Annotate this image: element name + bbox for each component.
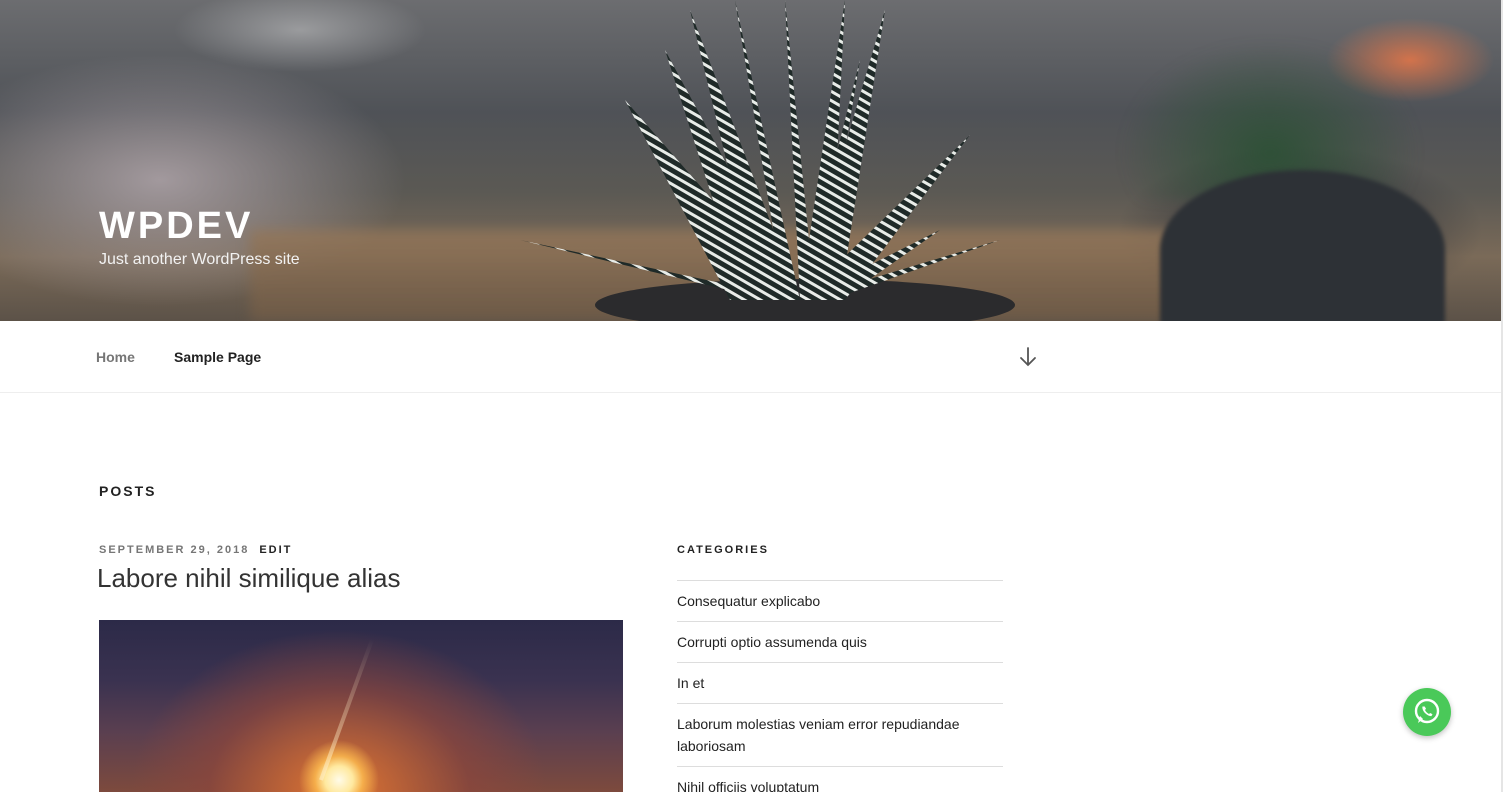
nav-item-sample-page[interactable]: Sample Page xyxy=(174,349,261,365)
category-link[interactable]: Consequatur explicabo xyxy=(677,593,820,609)
list-item: Corrupti optio assumenda quis xyxy=(677,621,1003,662)
category-link[interactable]: Corrupti optio assumenda quis xyxy=(677,634,867,650)
nav-item-home[interactable]: Home xyxy=(96,349,135,365)
list-item: Nihil officiis voluptatum xyxy=(677,766,1003,792)
main-navigation: Home Sample Page xyxy=(0,321,1503,393)
list-item: Laborum molestias veniam error repudiand… xyxy=(677,703,1003,766)
sun-ray xyxy=(319,638,375,781)
header-image: WPDEV Just another WordPress site xyxy=(0,0,1503,321)
post-meta: SEPTEMBER 29, 2018 EDIT xyxy=(99,544,292,556)
site-description: Just another WordPress site xyxy=(99,251,300,268)
posts-heading: POSTS xyxy=(99,483,157,499)
list-item: Consequatur explicabo xyxy=(677,580,1003,621)
arrow-down-icon[interactable] xyxy=(1018,345,1038,369)
header-background-pot xyxy=(1160,170,1445,321)
categories-widget-title: CATEGORIES xyxy=(677,544,769,556)
post-featured-image[interactable] xyxy=(99,620,623,792)
site-title[interactable]: WPDEV xyxy=(99,205,253,248)
category-link[interactable]: In et xyxy=(677,675,704,691)
post-edit-link[interactable]: EDIT xyxy=(259,544,292,556)
whatsapp-button[interactable] xyxy=(1403,688,1451,736)
whatsapp-icon xyxy=(1414,698,1440,724)
list-item: In et xyxy=(677,662,1003,703)
category-link[interactable]: Nihil officiis voluptatum xyxy=(677,779,819,792)
post-date[interactable]: SEPTEMBER 29, 2018 xyxy=(99,544,249,556)
post-title[interactable]: Labore nihil similique alias xyxy=(97,563,401,594)
aloe-plant-illustration xyxy=(520,0,1015,321)
categories-list: Consequatur explicabo Corrupti optio ass… xyxy=(677,580,1003,792)
category-link[interactable]: Laborum molestias veniam error repudiand… xyxy=(677,716,959,754)
